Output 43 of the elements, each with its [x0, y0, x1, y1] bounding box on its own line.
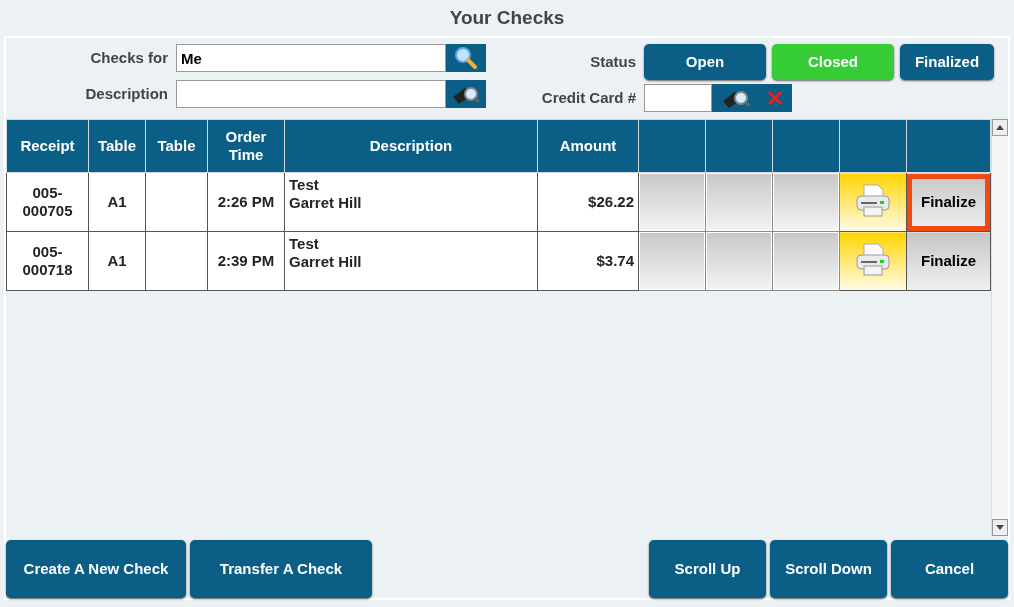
description-field[interactable] [176, 80, 446, 108]
checks-for-field[interactable]: Me [176, 44, 446, 72]
table-cell: 005- 000705 [6, 172, 89, 232]
status-button[interactable]: Finalized [900, 44, 994, 80]
column-header: Receipt [6, 119, 89, 173]
table-cell: Test Garret Hill [284, 231, 538, 291]
column-header: Description [284, 119, 538, 173]
status-label: Status [589, 51, 636, 72]
field-label: Description [84, 83, 168, 104]
column-header [638, 119, 706, 173]
title: Your Checks [448, 6, 566, 30]
bottom-button[interactable]: Transfer A Check [190, 540, 372, 598]
column-header [705, 119, 773, 173]
printer-icon[interactable] [855, 182, 891, 219]
column-header [772, 119, 840, 173]
credit-card-field[interactable] [644, 84, 712, 112]
table-cell: A1 [88, 172, 146, 232]
field-label: Checks for [89, 47, 168, 68]
table-cell: $3.74 [537, 231, 639, 291]
bottom-button[interactable]: Cancel [891, 540, 1008, 598]
clear-icon[interactable] [767, 90, 783, 106]
finalize-button[interactable]: Finalize [907, 232, 990, 290]
search-icon [453, 46, 479, 70]
card-search-button[interactable] [446, 80, 486, 108]
column-header: Table [88, 119, 146, 173]
table-cell: A1 [88, 231, 146, 291]
field-label: Credit Card # [540, 87, 636, 108]
bottom-button[interactable]: Create A New Check [6, 540, 186, 598]
finalize-button[interactable]: Finalize [907, 173, 990, 231]
bottom-button[interactable]: Scroll Down [770, 540, 887, 598]
search-button[interactable] [446, 44, 486, 72]
printer-icon[interactable] [855, 241, 891, 278]
table-cell: 2:39 PM [207, 231, 285, 291]
column-header: Order Time [207, 119, 285, 173]
column-header: Table [145, 119, 208, 173]
column-header: Amount [537, 119, 639, 173]
table-cell: Test Garret Hill [284, 172, 538, 232]
table-cell: $26.22 [537, 172, 639, 232]
bottom-button[interactable]: Scroll Up [649, 540, 766, 598]
status-button[interactable]: Open [644, 44, 766, 80]
column-header [839, 119, 907, 173]
table-cell: 2:26 PM [207, 172, 285, 232]
table-cell: 005- 000718 [6, 231, 89, 291]
